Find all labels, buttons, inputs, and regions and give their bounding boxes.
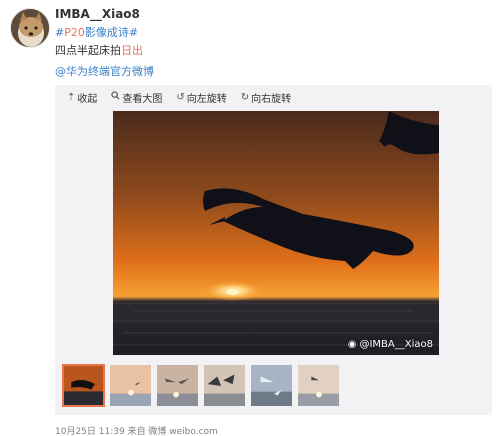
view-large-button[interactable]: 查看大图 [111, 90, 162, 105]
thumbnail-3[interactable] [156, 364, 199, 407]
watermark-text: @IMBA__Xiao8 [359, 339, 433, 350]
avatar-image [11, 9, 49, 47]
rotate-left-button[interactable]: ↺ 向左旋转 [176, 90, 226, 105]
collapse-button[interactable]: ⇡ 收起 [67, 90, 97, 105]
weibo-logo-icon: ◉ [347, 339, 357, 350]
username[interactable]: IMBA__Xiao8 [55, 7, 140, 21]
thumbnail-1[interactable] [62, 364, 105, 407]
topic-suffix: 影像成诗# [84, 26, 139, 39]
main-photo[interactable]: ◉ @IMBA__Xiao8 [113, 111, 439, 355]
rotate-left-label: 向左旋转 [186, 93, 227, 105]
mention-link[interactable]: @华为终端官方微博 [55, 63, 154, 79]
avatar[interactable] [10, 8, 50, 48]
thumbnail-2[interactable] [109, 364, 152, 407]
rotate-right-button[interactable]: ↻ 向右旋转 [241, 90, 291, 105]
view-large-label: 查看大图 [122, 93, 163, 105]
media-toolbar: ⇡ 收起 查看大图 ↺ 向左旋转 ↻ 向右旋转 [55, 85, 492, 109]
photo-watermark: ◉ @IMBA__Xiao8 [348, 339, 433, 350]
topic-prefix: # [55, 26, 65, 39]
collapse-label: 收起 [77, 93, 98, 105]
sunset-seagull-photo [113, 111, 439, 355]
topic-highlight: P20 [64, 26, 85, 39]
rotate-left-icon: ↺ [176, 91, 185, 103]
thumbnail-strip [62, 364, 340, 407]
rotate-right-label: 向右旋转 [251, 93, 292, 105]
topic-hashtag[interactable]: #P20影像成诗# [55, 24, 138, 40]
thumbnail-4[interactable] [203, 364, 246, 407]
post-text-main: 四点半起床拍 [55, 44, 121, 57]
post-text-highlight: 日出 [121, 44, 143, 57]
post-meta: 10月25日 11:39 来自 微博 weibo.com [55, 427, 218, 436]
magnifier-icon [111, 91, 120, 103]
post-text: 四点半起床拍日出 [55, 42, 143, 58]
media-panel: ⇡ 收起 查看大图 ↺ 向左旋转 ↻ 向右旋转 ◉ @IMBA__Xiao8 [55, 85, 492, 415]
thumbnail-5[interactable] [250, 364, 293, 407]
rotate-right-icon: ↻ [240, 91, 250, 103]
collapse-icon: ⇡ [67, 91, 76, 103]
thumbnail-6[interactable] [297, 364, 340, 407]
